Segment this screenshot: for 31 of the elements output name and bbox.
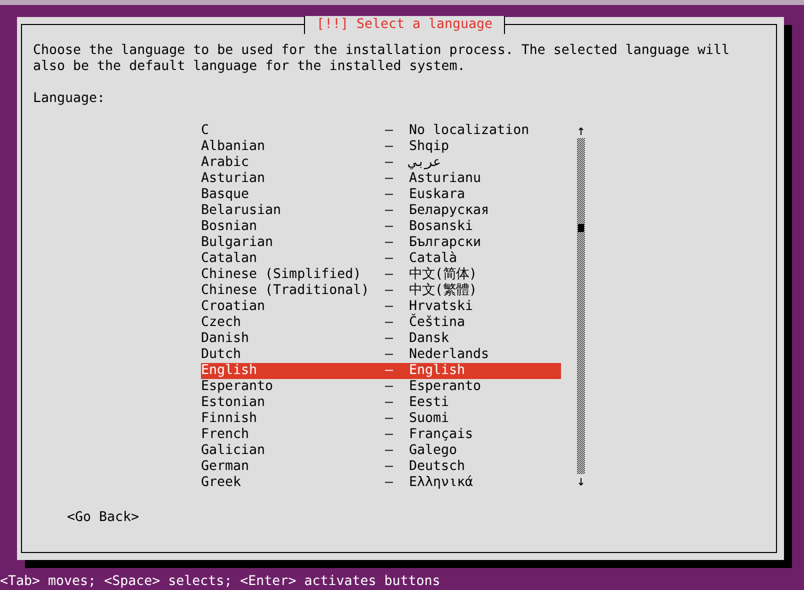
language-list-item[interactable]: Danish – Dansk: [201, 331, 561, 347]
go-back-button[interactable]: <Go Back>: [67, 510, 140, 526]
language-list-item[interactable]: German – Deutsch: [201, 459, 561, 475]
description-text: Choose the language to be used for the installation process. The selected language will also be the default language for the installed system.: [33, 43, 730, 75]
scrollbar-track[interactable]: [577, 138, 585, 474]
language-list-item[interactable]: Asturian – Asturianu: [201, 171, 561, 187]
scroll-down-arrow-icon[interactable]: [578, 478, 584, 487]
scroll-up-arrow-icon[interactable]: [578, 127, 584, 136]
language-list-item[interactable]: Czech – Čeština: [201, 315, 561, 331]
language-list-item[interactable]: Catalan – Català: [201, 251, 561, 267]
scrollbar-thumb[interactable]: [578, 224, 584, 232]
language-list-item[interactable]: Bosnian – Bosanski: [201, 219, 561, 235]
language-list-item[interactable]: Estonian – Eesti: [201, 395, 561, 411]
language-list-item[interactable]: C – No localization: [201, 123, 561, 139]
language-list-item[interactable]: Greek – Ελληνικά: [201, 475, 561, 491]
language-list-item[interactable]: Basque – Euskara: [201, 187, 561, 203]
language-list-item[interactable]: Belarusian – Беларуская: [201, 203, 561, 219]
language-list-item[interactable]: Albanian – Shqip: [201, 139, 561, 155]
language-list-item[interactable]: Finnish – Suomi: [201, 411, 561, 427]
language-list-item[interactable]: Croatian – Hrvatski: [201, 299, 561, 315]
dialog-title: [!!] Select a language: [304, 16, 505, 34]
language-list-item[interactable]: Dutch – Nederlands: [201, 347, 561, 363]
language-list-item[interactable]: Esperanto – Esperanto: [201, 379, 561, 395]
field-label: Language:: [33, 91, 106, 107]
language-list-item[interactable]: Galician – Galego: [201, 443, 561, 459]
language-list-item[interactable]: Bulgarian – Български: [201, 235, 561, 251]
language-list-item[interactable]: Chinese (Traditional) – 中文(繁體): [201, 283, 561, 299]
language-list-item[interactable]: English – English: [201, 363, 561, 379]
language-list-item[interactable]: Chinese (Simplified) – 中文(简体): [201, 267, 561, 283]
status-bar-text: <Tab> moves; <Space> selects; <Enter> activates buttons: [0, 574, 442, 590]
language-list-item[interactable]: French – Français: [201, 427, 561, 443]
